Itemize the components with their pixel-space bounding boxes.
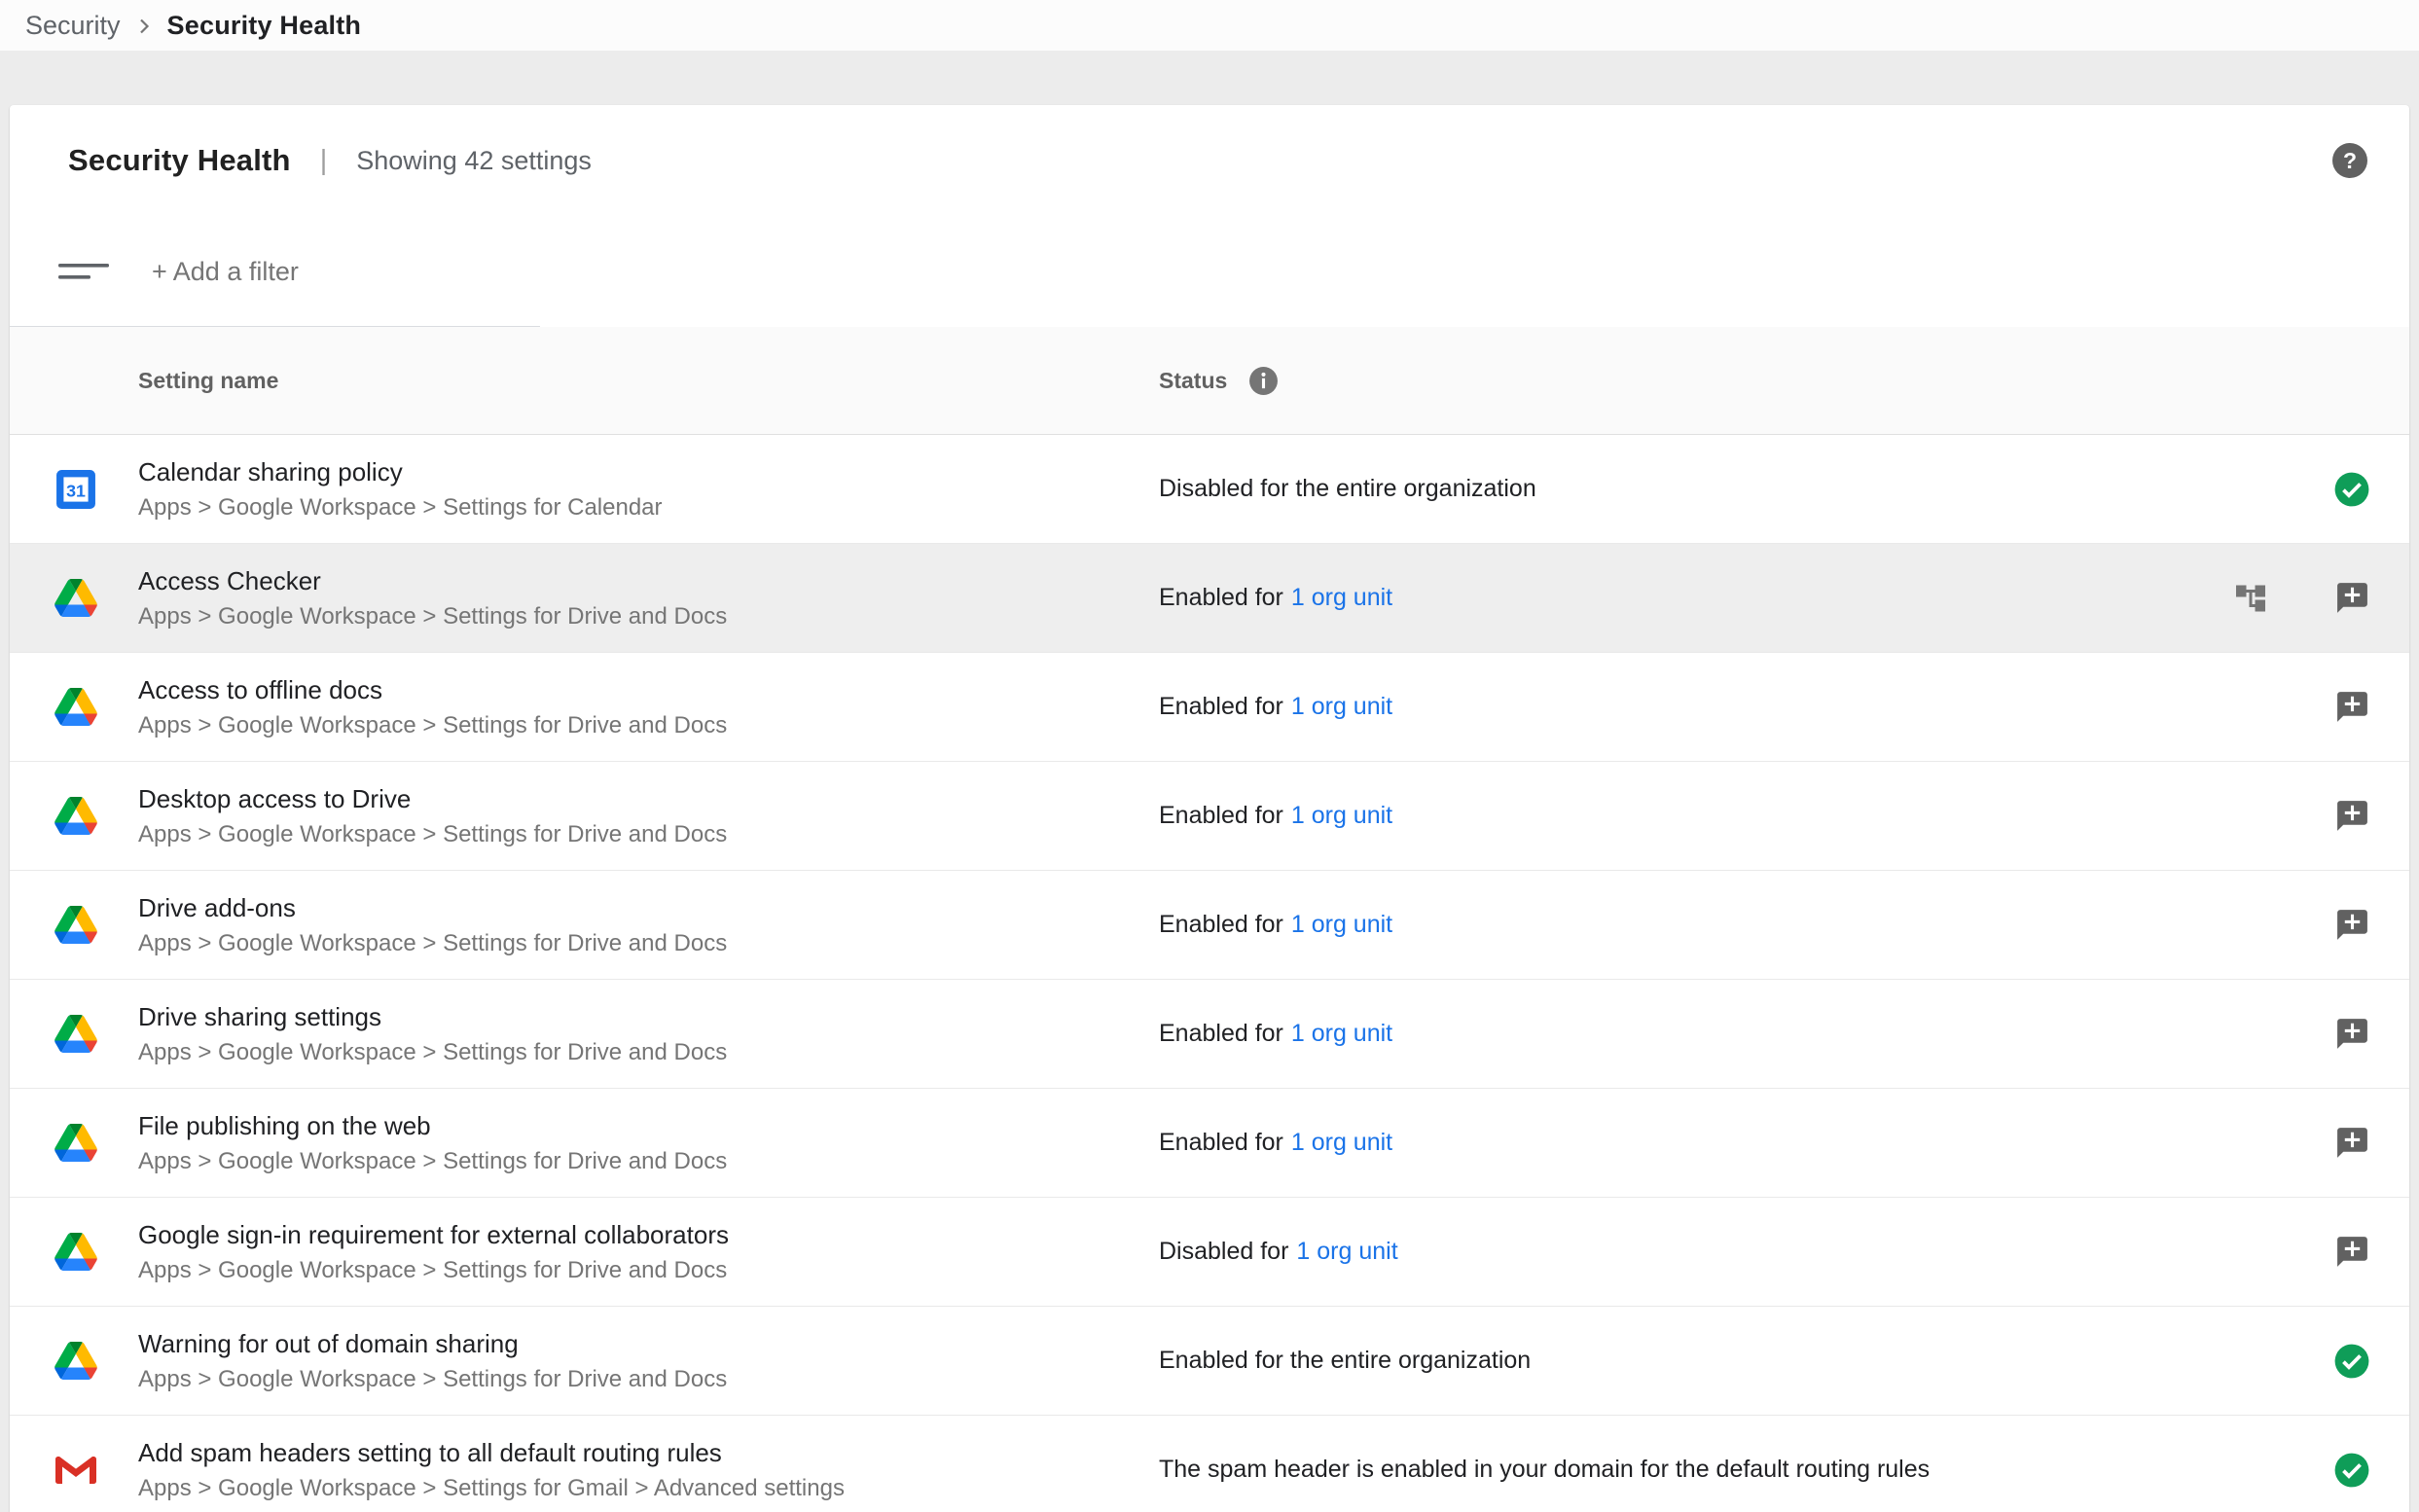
status-ok-icon: [2333, 471, 2370, 508]
page-title: Security Health: [68, 143, 291, 178]
filter-bar: + Add a filter: [10, 216, 2409, 327]
org-unit-link[interactable]: 1 org unit: [1291, 693, 1392, 720]
chevron-right-icon: [132, 15, 156, 38]
setting-path: Apps > Google Workspace > Settings for D…: [138, 1148, 1159, 1175]
help-icon[interactable]: ?: [2331, 142, 2368, 179]
setting-name: Access Checker: [138, 566, 1159, 596]
security-health-card: Security Health | Showing 42 settings ? …: [10, 105, 2409, 1512]
org-unit-link[interactable]: 1 org unit: [1291, 1129, 1392, 1156]
google-drive-icon: [54, 906, 97, 944]
status-text: Disabled for: [1159, 1238, 1288, 1265]
setting-name: File publishing on the web: [138, 1111, 1159, 1141]
org-unit-link[interactable]: 1 org unit: [1291, 584, 1392, 611]
table-row[interactable]: Add spam headers setting to all default …: [10, 1416, 2409, 1512]
google-drive-icon: [54, 1233, 97, 1271]
org-unit-link[interactable]: 1 org unit: [1291, 1020, 1392, 1047]
google-drive-icon: [54, 1124, 97, 1162]
google-drive-icon: [54, 1342, 97, 1380]
google-drive-icon: [54, 797, 97, 835]
recommendation-badge-icon[interactable]: [2334, 689, 2370, 725]
title-divider: |: [320, 145, 328, 177]
google-drive-icon: [54, 1015, 97, 1053]
setting-name: Google sign-in requirement for external …: [138, 1220, 1159, 1250]
setting-path: Apps > Google Workspace > Settings for D…: [138, 712, 1159, 739]
table-row[interactable]: Drive sharing settings Apps > Google Wor…: [10, 980, 2409, 1089]
column-header-setting-name: Setting name: [138, 368, 1159, 394]
org-unit-link[interactable]: 1 org unit: [1291, 802, 1392, 829]
info-icon[interactable]: [1248, 366, 1279, 396]
table-header-row: Setting name Status: [10, 327, 2409, 435]
column-header-status: Status: [1159, 368, 1227, 394]
setting-name: Desktop access to Drive: [138, 784, 1159, 814]
setting-path: Apps > Google Workspace > Settings for D…: [138, 1257, 1159, 1284]
security-health-page: Security Security Health Security Health…: [0, 0, 2419, 1512]
table-row[interactable]: Drive add-ons Apps > Google Workspace > …: [10, 871, 2409, 980]
setting-path: Apps > Google Workspace > Settings for G…: [138, 1475, 1159, 1502]
table-row[interactable]: Google sign-in requirement for external …: [10, 1198, 2409, 1307]
status-ok-icon: [2333, 1343, 2370, 1380]
setting-path: Apps > Google Workspace > Settings for D…: [138, 603, 1159, 630]
status-text: Enabled for the entire organization: [1159, 1347, 1531, 1374]
status-text: Enabled for: [1159, 911, 1283, 938]
setting-path: Apps > Google Workspace > Settings for D…: [138, 1366, 1159, 1393]
google-drive-icon: [54, 579, 97, 617]
breadcrumb: Security Security Health: [0, 0, 2419, 51]
svg-text:?: ?: [2343, 148, 2357, 173]
google-calendar-icon: 31: [55, 469, 96, 510]
table-row[interactable]: Access Checker Apps > Google Workspace >…: [10, 544, 2409, 653]
org-unit-link[interactable]: 1 org unit: [1296, 1238, 1397, 1265]
recommendation-badge-icon[interactable]: [2334, 1125, 2370, 1161]
table-row[interactable]: Desktop access to Drive Apps > Google Wo…: [10, 762, 2409, 871]
svg-text:31: 31: [66, 481, 86, 500]
setting-name: Warning for out of domain sharing: [138, 1329, 1159, 1359]
breadcrumb-security-health: Security Health: [167, 11, 362, 41]
setting-path: Apps > Google Workspace > Settings for D…: [138, 821, 1159, 848]
recommendation-badge-icon[interactable]: [2334, 580, 2370, 616]
table-row[interactable]: File publishing on the web Apps > Google…: [10, 1089, 2409, 1198]
google-drive-icon: [54, 688, 97, 726]
table-row[interactable]: Warning for out of domain sharing Apps >…: [10, 1307, 2409, 1416]
add-filter-button[interactable]: + Add a filter: [152, 257, 299, 287]
status-text: The spam header is enabled in your domai…: [1159, 1456, 1930, 1483]
recommendation-badge-icon[interactable]: [2334, 1016, 2370, 1052]
settings-count: Showing 42 settings: [356, 146, 592, 176]
table-row[interactable]: 31 Calendar sharing policy Apps > Google…: [10, 435, 2409, 544]
gmail-icon: [55, 1455, 96, 1486]
status-text: Enabled for: [1159, 802, 1283, 829]
setting-path: Apps > Google Workspace > Settings for D…: [138, 1039, 1159, 1066]
settings-table-body: 31 Calendar sharing policy Apps > Google…: [10, 435, 2409, 1512]
status-text: Disabled for the entire organization: [1159, 475, 1536, 502]
status-text: Enabled for: [1159, 1020, 1283, 1047]
org-unit-link[interactable]: 1 org unit: [1291, 911, 1392, 938]
recommendation-badge-icon[interactable]: [2334, 798, 2370, 834]
status-text: Enabled for: [1159, 584, 1283, 611]
setting-name: Calendar sharing policy: [138, 457, 1159, 487]
status-ok-icon: [2333, 1452, 2370, 1489]
recommendation-badge-icon[interactable]: [2334, 1234, 2370, 1270]
setting-name: Drive sharing settings: [138, 1002, 1159, 1032]
setting-name: Drive add-ons: [138, 893, 1159, 923]
breadcrumb-security[interactable]: Security: [25, 11, 121, 41]
setting-path: Apps > Google Workspace > Settings for C…: [138, 494, 1159, 522]
card-header: Security Health | Showing 42 settings ?: [10, 105, 2409, 216]
status-text: Enabled for: [1159, 693, 1283, 720]
setting-path: Apps > Google Workspace > Settings for D…: [138, 930, 1159, 957]
recommendation-badge-icon[interactable]: [2334, 907, 2370, 943]
filter-icon[interactable]: [58, 256, 109, 287]
setting-name: Add spam headers setting to all default …: [138, 1438, 1159, 1468]
org-tree-icon[interactable]: [2233, 581, 2268, 616]
table-row[interactable]: Access to offline docs Apps > Google Wor…: [10, 653, 2409, 762]
status-text: Enabled for: [1159, 1129, 1283, 1156]
setting-name: Access to offline docs: [138, 675, 1159, 705]
